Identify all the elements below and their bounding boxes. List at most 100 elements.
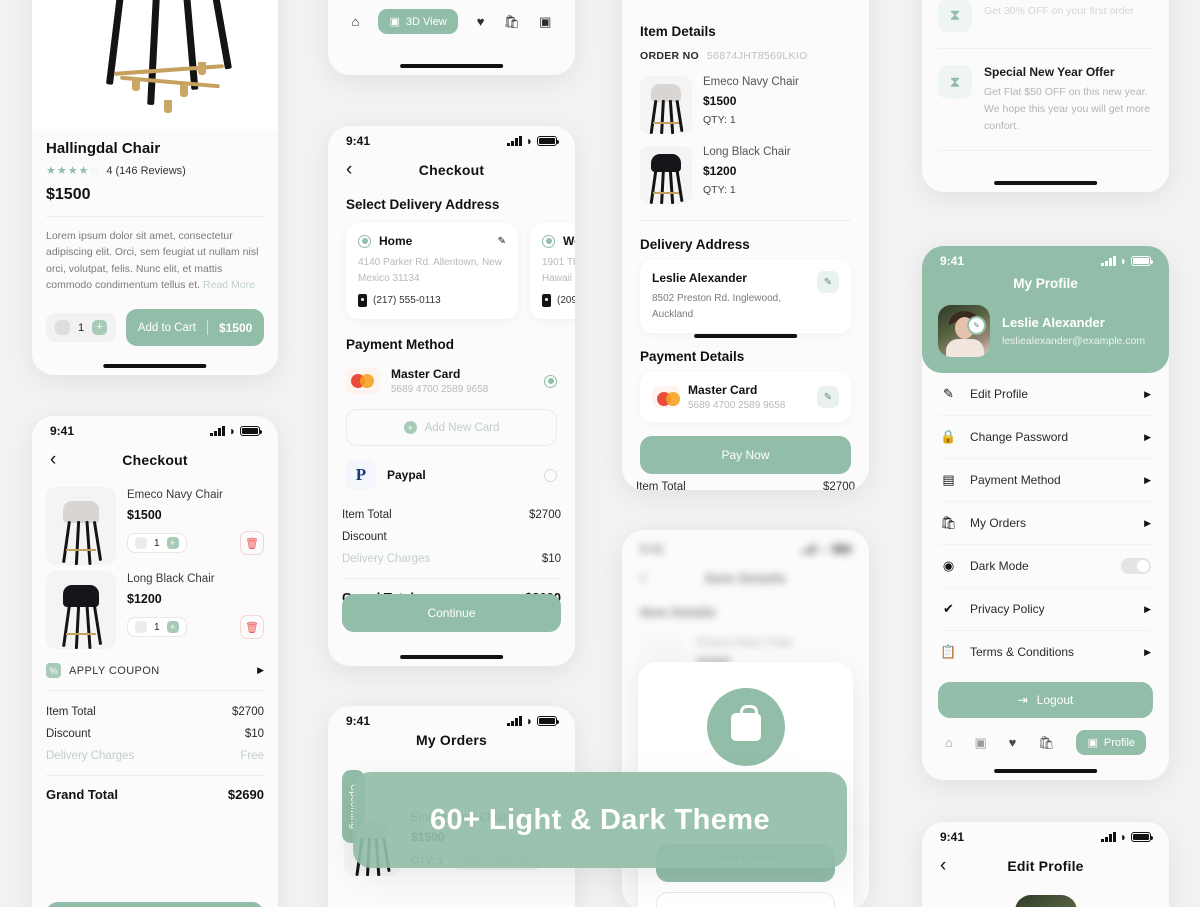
order-number: ORDER NO 56874JHT8569LKIO	[622, 50, 869, 70]
battery-icon	[240, 426, 262, 436]
status-bar: 9:41 ◗	[32, 416, 278, 440]
home-indicator	[399, 655, 504, 659]
address-radio[interactable]	[542, 234, 555, 248]
decrement-button[interactable]	[135, 537, 147, 549]
home-indicator	[693, 334, 798, 338]
card-name: Paypal	[387, 468, 426, 482]
tab-wishlist-icon[interactable]: ♥	[477, 14, 485, 29]
nav-bar: ‹ Item Details	[622, 558, 869, 599]
shield-check-icon: ✔	[943, 601, 954, 616]
address-radio[interactable]	[358, 234, 371, 248]
logout-icon: ⇥	[1017, 693, 1028, 707]
payment-paypal-row[interactable]: P Paypal	[328, 446, 575, 490]
status-time: 9:41	[640, 542, 665, 556]
summary-value: Free	[240, 750, 264, 762]
tab-bag-icon[interactable]: 🛍	[1038, 735, 1055, 751]
chevron-right-icon: ▶	[1144, 474, 1151, 485]
delivery-address-card: Leslie Alexander 8502 Preston Rd. Inglew…	[640, 260, 851, 333]
paypal-icon: P	[346, 460, 376, 490]
offer-card[interactable]: ⧗ Special New Year Offer Get Flat $50 OF…	[922, 49, 1169, 150]
lock-icon: 🔒	[940, 429, 957, 444]
card-radio[interactable]	[544, 374, 557, 388]
menu-label: My Orders	[970, 516, 1027, 530]
edit-address-button[interactable]: ✎	[817, 271, 839, 293]
delete-item-button[interactable]: 🗑	[240, 531, 264, 555]
phone-icon	[358, 294, 367, 307]
pay-now-button[interactable]: Pay Now	[640, 436, 851, 474]
add-to-cart-label: Add to Cart	[137, 321, 196, 334]
menu-item-change-password[interactable]: 🔒 Change Password ▶	[922, 416, 1169, 458]
menu-item-edit-profile[interactable]: ✎ Edit Profile ▶	[922, 373, 1169, 415]
add-new-card-button[interactable]: + Add New Card	[346, 409, 557, 446]
dark-mode-toggle[interactable]	[1121, 558, 1151, 574]
edit-avatar-button[interactable]: ✎	[967, 316, 986, 335]
summary-value: $10	[244, 728, 264, 740]
quantity-stepper[interactable]: 1 +	[127, 533, 187, 553]
increment-button[interactable]: +	[92, 320, 108, 336]
logout-button[interactable]: ⇥ Logout	[938, 682, 1153, 718]
increment-button[interactable]: +	[166, 621, 179, 633]
checkout-button[interactable]: Checkout	[46, 902, 264, 907]
menu-item-dark-mode[interactable]: ◉ Dark Mode	[922, 545, 1169, 587]
quantity-stepper[interactable]: 1 +	[46, 313, 117, 343]
cart-item-row: Long Black Chair $1200 1 + 🗑	[32, 565, 278, 649]
offer-card[interactable]: ⧗ Get 30% OFF on your first order	[922, 0, 1169, 48]
eye-icon: ◉	[942, 558, 955, 573]
menu-item-my-orders[interactable]: 🛍 My Orders ▶	[922, 502, 1169, 544]
battery-icon	[537, 136, 559, 146]
tab-home-icon[interactable]: ⌂	[352, 14, 360, 29]
decrement-button[interactable]	[55, 320, 70, 336]
edit-payment-button[interactable]: ✎	[817, 386, 839, 408]
address-carousel[interactable]: Home ✎ 4140 Parker Rd. Allentown, New Me…	[328, 223, 575, 319]
home-indicator	[993, 769, 1098, 773]
quantity-stepper[interactable]: 1 +	[127, 617, 187, 637]
summary-label: Discount	[342, 531, 387, 543]
address-card[interactable]: Work ✎ 1901 Thornridge Cir. Shiloh, Hawa…	[530, 223, 575, 319]
tab-profile-icon[interactable]: ▣	[539, 14, 551, 30]
delete-item-button[interactable]: 🗑	[240, 615, 264, 639]
page-title: Edit Profile	[1007, 857, 1084, 874]
avatar[interactable]	[1014, 895, 1077, 907]
read-more-link[interactable]: Read More	[203, 279, 255, 291]
menu-label: Privacy Policy	[970, 602, 1045, 616]
promo-banner: 60+ Light & Dark Theme	[353, 772, 847, 868]
my-profile-screen: 9:41 ◗ My Profile ✎ Leslie Alexander les…	[922, 246, 1169, 780]
apply-coupon-row[interactable]: % APPLY COUPON ▶	[32, 649, 278, 690]
tab-3d-view-label: 3D View	[405, 15, 447, 28]
address-card[interactable]: Home ✎ 4140 Parker Rd. Allentown, New Me…	[346, 223, 518, 319]
divider	[46, 775, 264, 776]
product-rating: ★★★★☆ 4 (146 Reviews)	[46, 164, 264, 178]
menu-item-terms-conditions[interactable]: 📋 Terms & Conditions ▶	[922, 631, 1169, 673]
tab-wishlist-icon[interactable]: ♥	[1009, 735, 1017, 750]
section-title-delivery: Delivery Address	[640, 237, 750, 252]
clipboard-icon: 📋	[940, 644, 957, 659]
decrement-button[interactable]	[135, 621, 147, 633]
increment-button[interactable]: +	[166, 537, 179, 549]
item-price: $1500	[127, 508, 162, 522]
continue-button[interactable]: Continue	[342, 594, 561, 632]
tab-home-icon[interactable]: ⌂	[945, 735, 953, 750]
nav-bar: ‹ Checkout	[328, 150, 575, 191]
menu-item-payment-method[interactable]: ▤ Payment Method ▶	[922, 459, 1169, 501]
quantity-value: 1	[78, 321, 85, 334]
payment-card-row[interactable]: Master Card 5689 4700 2589 9658	[328, 363, 575, 395]
address-phone: (217) 555-0113	[358, 294, 506, 307]
payment-details-card: Master Card 5689 4700 2589 9658 ✎	[640, 372, 851, 422]
tab-3d-view-icon[interactable]: ▣	[975, 735, 987, 751]
menu-item-privacy-policy[interactable]: ✔ Privacy Policy ▶	[922, 588, 1169, 630]
tab-3d-view[interactable]: ▣ 3D View	[378, 9, 458, 34]
promo-banner-text: 60+ Light & Dark Theme	[430, 803, 770, 836]
order-summary: Item Total $2700 Discount $10	[622, 474, 869, 490]
details-button[interactable]: Details	[656, 892, 835, 907]
item-name: Emeco Navy Chair	[697, 637, 793, 649]
edit-icon[interactable]: ✎	[498, 236, 506, 247]
order-summary: Item Total $2700 Discount $10 Delivery C…	[32, 691, 278, 807]
chevron-right-icon: ▶	[1144, 388, 1151, 399]
quantity-value: 1	[154, 621, 160, 633]
add-to-cart-button[interactable]: Add to Cart $1500	[126, 309, 264, 347]
tab-profile[interactable]: ▣ Profile	[1076, 730, 1147, 755]
order-number-value: 56874JHT8569LKIO	[707, 50, 808, 62]
wifi-icon: ◗	[1119, 254, 1127, 268]
tab-bag-icon[interactable]: 🛍	[504, 14, 521, 30]
card-radio[interactable]	[544, 468, 557, 482]
